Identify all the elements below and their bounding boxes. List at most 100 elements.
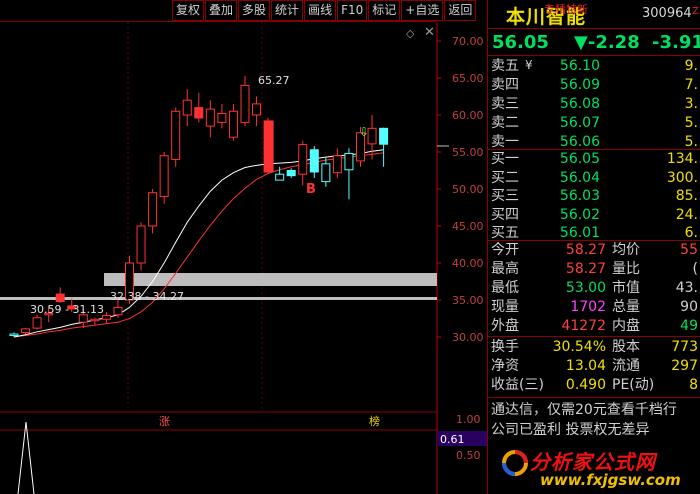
stat-label: 最高: [491, 261, 519, 277]
divider: [488, 55, 700, 56]
bid-row: 买四 56.02 24.: [488, 206, 700, 225]
stat-label: 总量: [612, 299, 640, 315]
stat-label: 市值: [612, 280, 640, 296]
down-arrow-icon: ⇩: [359, 125, 369, 139]
candle[interactable]: [171, 107, 181, 167]
ask-row: 卖三 56.08 3.: [488, 95, 700, 114]
candle-body: [344, 152, 354, 171]
candle-body: [217, 113, 227, 123]
candle[interactable]: [21, 328, 31, 335]
candle-body: [286, 170, 296, 177]
candle-body: [101, 315, 111, 320]
candle-body: [298, 144, 308, 175]
price-tick-label: 55.00: [452, 146, 484, 159]
stat-row: 外盘 41272 内盘 49: [488, 317, 700, 336]
support-bands: [0, 273, 437, 300]
candle[interactable]: [159, 152, 169, 204]
currency-icon: ¥: [525, 58, 533, 72]
candle-body: [90, 318, 100, 322]
stat-value: 13.04: [565, 358, 606, 374]
kline-chart[interactable]: 70.00 65.00 60.00 55.00 50.00 45.00 40.00 35.00…: [0, 0, 487, 494]
ask-row: 卖二 56.07 5.: [488, 114, 700, 133]
candle-body: [194, 107, 204, 119]
stat-label: PE(动): [612, 377, 655, 393]
notice-line-2[interactable]: 公司已盈利 投票权无差异: [491, 419, 649, 439]
notice-line-1[interactable]: 通达信，仅需20元查看千档行: [491, 399, 677, 419]
low-range-label: 30.59 - 31.13: [30, 303, 104, 316]
candle-body: [379, 127, 389, 145]
app-window: 复权 叠加 多股 统计 画线 F10 标记 +自选 返回 ◇ ✕ 70.00 65…: [0, 0, 700, 494]
stat-label: 收益(三): [491, 377, 544, 393]
ask-price: 56.09: [559, 77, 600, 93]
bid-price: 56.04: [559, 169, 600, 186]
stat-label: 流通: [612, 358, 640, 374]
candle[interactable]: [286, 168, 296, 178]
quote-panel: 本川智能 专精特新 300964 Z 56.05 ▼-2.28 -3.91 卖五…: [487, 0, 700, 494]
stat-value: 43.: [675, 280, 698, 296]
price-tick-label: 30.00: [452, 331, 484, 344]
label-bang: 榜: [369, 414, 380, 428]
stat-value: 1702: [570, 299, 606, 315]
candle[interactable]: [321, 157, 331, 187]
stat-value: 49: [680, 318, 698, 334]
watermark-logo: 分析家公式网 www.fxjgsw.com: [500, 444, 700, 494]
buy-marker: B: [306, 182, 316, 197]
candle[interactable]: [263, 117, 274, 175]
candle[interactable]: [205, 100, 215, 138]
volume-tick-label: 1.00: [456, 413, 481, 426]
candle-body: [113, 306, 123, 316]
candle-body: [9, 333, 19, 337]
indicator-value: 0.61: [440, 433, 465, 446]
stat-value: 773: [671, 339, 698, 355]
candle[interactable]: [379, 127, 389, 167]
candle[interactable]: [367, 115, 377, 160]
stat-value: 90: [680, 299, 698, 315]
candle[interactable]: [55, 287, 65, 303]
candle-body: [148, 192, 158, 227]
candle[interactable]: [136, 222, 146, 271]
stat-label: 外盘: [491, 318, 519, 334]
candle-body: [205, 108, 215, 127]
ask-price: 56.10: [559, 58, 600, 74]
candle[interactable]: [194, 92, 204, 123]
candle[interactable]: [148, 189, 158, 234]
candle[interactable]: [298, 140, 308, 186]
ask-label: 卖五: [491, 58, 519, 74]
stat-row: 换手 30.54% 股本 773: [488, 338, 700, 357]
candle-body: [367, 127, 377, 145]
candle[interactable]: [90, 317, 100, 326]
stat-label: 净资: [491, 358, 519, 374]
candle[interactable]: [182, 89, 192, 127]
bid-volume: 300.: [666, 169, 698, 186]
bid-label: 买二: [491, 169, 519, 186]
bid-row: 买三 56.03 85.: [488, 187, 700, 206]
ask-label: 卖二: [491, 115, 519, 131]
bid-label: 买三: [491, 188, 519, 204]
candle[interactable]: [240, 75, 250, 127]
swirl-logo-icon: [502, 450, 528, 476]
bid-row: 买一 56.05 134.: [488, 150, 700, 169]
candle[interactable]: [252, 96, 262, 127]
stat-row: 净资 13.04 流通 297: [488, 357, 700, 376]
candle-body: [21, 328, 31, 334]
candle[interactable]: [344, 148, 354, 200]
stat-row: 现量 1702 总量 90: [488, 298, 700, 317]
price-tick-label: 70.00: [452, 35, 484, 48]
candle-body: [275, 173, 285, 181]
candle[interactable]: [217, 103, 227, 129]
candle[interactable]: [332, 148, 342, 178]
candle[interactable]: [309, 146, 319, 178]
candle[interactable]: [32, 314, 42, 330]
bid-volume: 85.: [675, 188, 698, 204]
stat-row: 今开 58.27 均价 55: [488, 241, 700, 260]
candle[interactable]: [228, 103, 238, 141]
bid-label: 买一: [491, 151, 519, 167]
stat-label: 量比: [612, 261, 640, 277]
support-band-lower: [0, 297, 437, 300]
stat-label: 现量: [491, 299, 519, 315]
price-change-pct: -3.91: [652, 32, 700, 53]
ask-row: 卖五 56.10 9.: [488, 57, 700, 76]
stat-value: 58.27: [565, 261, 606, 277]
stat-label: 最低: [491, 280, 519, 296]
price-change: ▼-2.28: [574, 32, 640, 53]
